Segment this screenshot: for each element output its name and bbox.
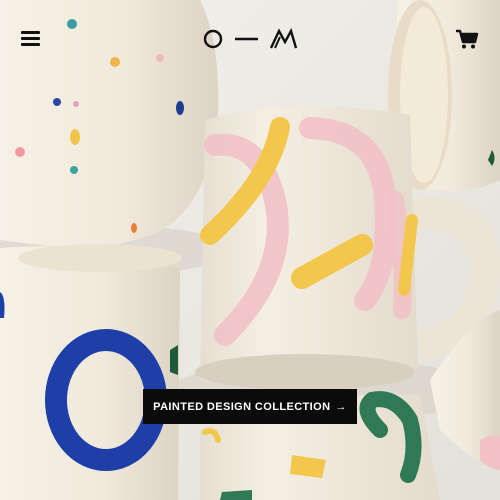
hamburger-menu-icon-bar (21, 37, 40, 40)
hamburger-menu-icon (21, 31, 40, 34)
cta-label: PAINTED DESIGN COLLECTION (153, 400, 331, 413)
painted-design-collection-button[interactable]: PAINTED DESIGN COLLECTION → (143, 389, 357, 424)
mug-bottom-left (0, 244, 182, 500)
arrow-right-icon: → (335, 400, 347, 413)
hamburger-menu-icon-bar (21, 43, 40, 46)
menu-button[interactable] (19, 27, 43, 49)
site-header (0, 0, 500, 80)
shopping-cart-icon[interactable] (455, 28, 479, 50)
o-m-logo-icon[interactable] (203, 28, 297, 50)
